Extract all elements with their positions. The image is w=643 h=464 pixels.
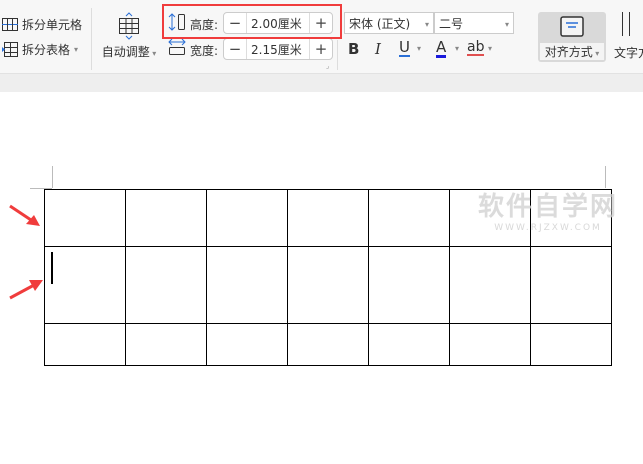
auto-adjust-label: 自动调整 xyxy=(101,45,150,59)
ribbon-toolbar: 拆分单元格 拆分表格 ▾ 自动调整 ▾ 高度: − 2.00厘米 + 宽度: −… xyxy=(0,0,643,74)
align-icon xyxy=(560,16,584,37)
red-arrow-icon xyxy=(9,280,43,300)
split-table-button[interactable]: 拆分表格 ▾ xyxy=(2,41,78,58)
font-size-value: 二号 xyxy=(439,16,464,31)
red-arrow-icon xyxy=(9,204,40,226)
table-row xyxy=(44,189,612,247)
ruler-band xyxy=(0,74,643,92)
highlight-button[interactable]: ab xyxy=(467,40,485,56)
font-size-select[interactable]: 二号 ▾ xyxy=(434,12,514,34)
column-width-icon xyxy=(168,38,186,55)
document-table[interactable] xyxy=(44,189,612,366)
width-input[interactable]: 2.15厘米 xyxy=(246,39,310,59)
align-label: 对齐方式 xyxy=(544,45,593,59)
highlight-box xyxy=(162,4,342,39)
table-row xyxy=(44,323,612,366)
width-stepper[interactable]: − 2.15厘米 + xyxy=(223,38,333,60)
split-table-label: 拆分表格 xyxy=(22,43,71,57)
split-cells-button[interactable]: 拆分单元格 xyxy=(2,16,82,33)
text-direction-icon xyxy=(622,12,630,36)
dropdown-arrow-icon: ▾ xyxy=(74,45,79,54)
margin-mark xyxy=(605,166,606,188)
underline-button[interactable]: U xyxy=(399,40,410,57)
split-table-icon xyxy=(2,42,18,57)
text-cursor xyxy=(51,252,53,284)
text-direction-label: 文字方 xyxy=(614,46,643,60)
bold-button[interactable]: B xyxy=(348,40,359,58)
font-name-value: 宋体 (正文) xyxy=(349,16,411,31)
split-cells-icon xyxy=(2,18,18,31)
width-increase-button[interactable]: + xyxy=(310,39,332,59)
font-name-select[interactable]: 宋体 (正文) ▾ xyxy=(344,12,434,34)
divider xyxy=(91,8,92,70)
divider xyxy=(337,40,338,70)
auto-adjust-button[interactable]: 自动调整 ▾ xyxy=(100,12,158,60)
margin-mark xyxy=(52,166,53,188)
table-row xyxy=(44,246,612,324)
split-cells-label: 拆分单元格 xyxy=(22,18,83,32)
text-direction-button[interactable]: 文字方 xyxy=(614,12,643,61)
align-button[interactable]: 对齐方式 ▾ xyxy=(538,12,606,62)
width-label: 宽度: xyxy=(190,44,219,58)
italic-button[interactable]: I xyxy=(375,40,381,58)
dialog-launcher-icon[interactable]: ⌟ xyxy=(326,62,329,70)
font-color-button[interactable]: A xyxy=(436,40,447,58)
auto-adjust-icon xyxy=(119,12,139,40)
width-decrease-button[interactable]: − xyxy=(224,39,246,59)
